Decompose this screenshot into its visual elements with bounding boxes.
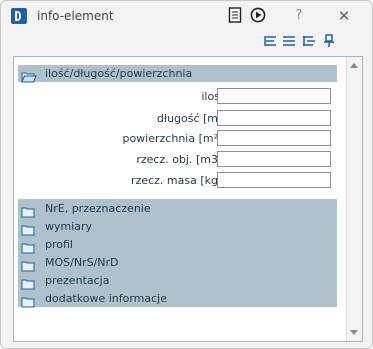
length-field[interactable] bbox=[217, 110, 331, 126]
group-header-nre[interactable]: NrE, przeznaczenie bbox=[18, 199, 337, 218]
volume-field[interactable] bbox=[217, 151, 331, 167]
group-header-presentation[interactable]: prezentacja bbox=[18, 271, 337, 290]
field-label-volume: rzecz. obj. [m3]: bbox=[136, 153, 226, 166]
group-header-dimensions[interactable]: wymiary bbox=[18, 217, 337, 236]
vertical-scrollbar[interactable] bbox=[346, 57, 362, 341]
info-element-window: info-element ? ✕ ilość/długość/powierzch bbox=[0, 0, 373, 349]
group-label: NrE, przeznaczenie bbox=[45, 202, 151, 215]
align-left-icon[interactable] bbox=[263, 34, 277, 50]
group-label: dodatkowe informacje bbox=[45, 292, 168, 305]
area-field[interactable] bbox=[217, 130, 331, 146]
justify-icon[interactable] bbox=[282, 34, 296, 50]
quantity-field[interactable] bbox=[217, 88, 331, 104]
group-header-quantity[interactable]: ilość/długość/powierzchnia bbox=[18, 65, 337, 83]
folder-icon bbox=[21, 239, 35, 254]
pin-icon[interactable] bbox=[322, 34, 336, 50]
close-button[interactable]: ✕ bbox=[335, 7, 353, 25]
folder-icon bbox=[21, 293, 35, 308]
group-header-label: ilość/długość/powierzchnia bbox=[45, 67, 193, 80]
scroll-down-arrow-icon[interactable] bbox=[350, 330, 358, 335]
open-folder-icon bbox=[21, 68, 37, 83]
document-icon[interactable] bbox=[226, 7, 244, 25]
group-label: wymiary bbox=[45, 220, 93, 233]
align-indent-icon[interactable] bbox=[302, 34, 316, 50]
properties-panel: ilość/długość/powierzchnia ilość długość… bbox=[13, 56, 363, 342]
collapsed-groups-list: NrE, przeznaczenie wymiary profil MOS/Nr… bbox=[18, 199, 337, 308]
play-icon[interactable] bbox=[249, 7, 267, 25]
app-logo-icon bbox=[11, 8, 27, 24]
field-label-area: powierzchnia [m²]: bbox=[122, 132, 226, 145]
help-button[interactable]: ? bbox=[290, 7, 308, 25]
mass-field[interactable] bbox=[217, 172, 331, 188]
group-label: MOS/NrS/NrD bbox=[45, 256, 119, 269]
group-header-mos[interactable]: MOS/NrS/NrD bbox=[18, 253, 337, 272]
group-label: prezentacja bbox=[45, 274, 110, 287]
window-title: info-element bbox=[37, 9, 114, 23]
folder-icon bbox=[21, 275, 35, 290]
folder-icon bbox=[21, 257, 35, 272]
group-header-additional-info[interactable]: dodatkowe informacje bbox=[18, 289, 337, 308]
folder-icon bbox=[21, 221, 35, 236]
scroll-up-arrow-icon[interactable] bbox=[350, 63, 358, 68]
field-label-mass: rzecz. masa [kg]: bbox=[131, 174, 226, 187]
field-label-length: długość [m]: bbox=[156, 112, 226, 125]
group-label: profil bbox=[45, 238, 73, 251]
group-header-profile[interactable]: profil bbox=[18, 235, 337, 254]
title-bar: info-element ? ✕ bbox=[1, 1, 372, 31]
folder-icon bbox=[21, 203, 35, 218]
